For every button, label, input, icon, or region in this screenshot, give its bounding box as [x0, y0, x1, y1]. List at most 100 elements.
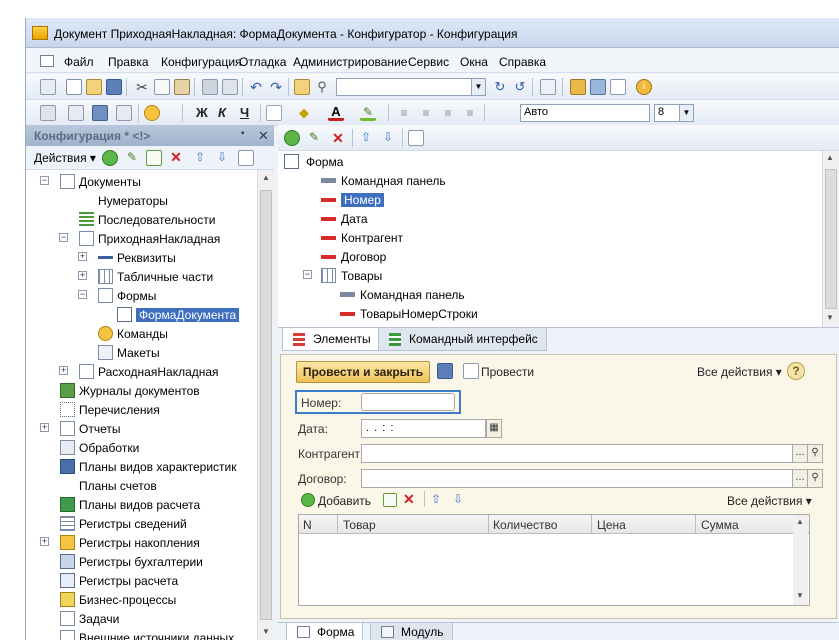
config-tree-item[interactable]: Журналы документов	[26, 382, 257, 401]
all-actions-menu[interactable]: Все действия ▾	[697, 365, 782, 379]
syntax-helper-icon[interactable]	[570, 79, 586, 95]
scrollbar-thumb[interactable]	[260, 190, 272, 620]
pin-icon[interactable]: ▪	[241, 128, 245, 139]
form-element-item[interactable]: − Товары	[278, 267, 818, 286]
config-tree-item[interactable]: − Документы	[26, 173, 257, 192]
delete-icon[interactable]: ✕	[330, 130, 346, 146]
form-element-item[interactable]: Контрагент	[278, 229, 818, 248]
bold-button[interactable]: Ж	[196, 105, 208, 120]
move-down-icon[interactable]: ⇩	[214, 150, 230, 166]
font-name-combo[interactable]: Авто	[520, 104, 650, 122]
find-prev-icon[interactable]: ↺	[512, 79, 528, 95]
expand-icon[interactable]: +	[78, 271, 87, 280]
font-color-icon[interactable]: A	[328, 105, 344, 121]
print-preview-icon[interactable]	[222, 79, 238, 95]
menu-administration[interactable]: Администрирование	[293, 55, 407, 69]
delete-icon[interactable]: ✕	[168, 149, 184, 165]
menu-configuration[interactable]: Конфигурация	[161, 55, 242, 69]
move-down-icon[interactable]: ⇩	[380, 130, 396, 146]
menu-grid-icon[interactable]	[40, 55, 54, 67]
form-element-item[interactable]: Номер	[278, 191, 818, 210]
add-child-icon[interactable]	[146, 150, 162, 166]
scroll-up-icon[interactable]: ▲	[258, 170, 274, 186]
chevron-down-icon[interactable]: ▼	[471, 79, 485, 95]
config-tree-item[interactable]: + Табличные части	[26, 268, 257, 287]
column-quantity[interactable]: Количество	[493, 518, 557, 532]
config-tree-item[interactable]: Команды	[26, 325, 257, 344]
move-up-icon[interactable]: ⇧	[431, 492, 447, 508]
menu-debug[interactable]: Отладка	[239, 55, 286, 69]
column-price[interactable]: Цена	[597, 518, 626, 532]
config-tree-item[interactable]: + Реквизиты	[26, 249, 257, 268]
form-element-item[interactable]: Форма	[278, 153, 818, 172]
undo-icon[interactable]: ↶	[248, 79, 264, 95]
open-icon[interactable]: ⚲	[807, 469, 823, 488]
underline-button[interactable]: Ч	[240, 105, 249, 120]
open-folder-icon[interactable]	[86, 79, 102, 95]
scroll-down-icon[interactable]: ▼	[826, 313, 834, 322]
edit-icon[interactable]: ✎	[124, 150, 140, 166]
config-tree-item[interactable]: ФормаДокумента	[26, 306, 257, 325]
info-icon[interactable]: i	[636, 79, 652, 95]
save-icon[interactable]	[106, 79, 122, 95]
fill-color-icon[interactable]: ◆	[296, 105, 312, 121]
menu-file[interactable]: Файл	[64, 55, 94, 69]
expand-icon[interactable]: +	[40, 537, 49, 546]
form-designer-icon[interactable]	[68, 105, 84, 121]
date-field[interactable]: . . : :	[361, 419, 486, 438]
config-tree-item[interactable]: Планы видов характеристик	[26, 458, 257, 477]
actions-menu[interactable]: Действия ▾	[34, 151, 96, 165]
config-tree-item[interactable]: Последовательности	[26, 211, 257, 230]
copy-icon[interactable]	[154, 79, 170, 95]
table-all-actions-menu[interactable]: Все действия ▾	[727, 494, 812, 508]
font-size-combo[interactable]: 8 ▼	[654, 104, 694, 122]
config-tree-item[interactable]: Регистры расчета	[26, 572, 257, 591]
paste-icon[interactable]	[174, 79, 190, 95]
find-next-icon[interactable]: ↻	[492, 79, 508, 95]
menu-service[interactable]: Сервис	[408, 55, 449, 69]
border-icon[interactable]	[266, 105, 282, 121]
scroll-down-icon[interactable]: ▼	[258, 624, 274, 640]
config-tree-item[interactable]: Перечисления	[26, 401, 257, 420]
config-tree-item[interactable]: Обработки	[26, 439, 257, 458]
configuration-scrollbar[interactable]: ▲ ▼	[257, 170, 274, 640]
menu-edit[interactable]: Правка	[108, 55, 149, 69]
form-element-item[interactable]: Командная панель	[278, 286, 818, 305]
copy-row-icon[interactable]	[383, 493, 397, 507]
notes-icon[interactable]	[610, 79, 626, 95]
config-tree-item[interactable]: Планы видов расчета	[26, 496, 257, 515]
calendar-icon[interactable]: ▦	[486, 419, 502, 438]
elements-scrollbar[interactable]: ▲ ▼	[822, 151, 839, 327]
align-justify-icon[interactable]: ≡	[462, 105, 478, 121]
collapse-icon[interactable]: −	[303, 270, 312, 279]
config-tree-item[interactable]: Бизнес-процессы	[26, 591, 257, 610]
contract-field[interactable]	[361, 469, 793, 488]
move-down-icon[interactable]: ⇩	[453, 492, 469, 508]
form-element-item[interactable]: Договор	[278, 248, 818, 267]
open-icon[interactable]: ⚲	[807, 444, 823, 463]
tab-module[interactable]: Модуль	[370, 623, 453, 640]
align-right-icon[interactable]: ≡	[440, 105, 456, 121]
align-center-icon[interactable]: ≡	[418, 105, 434, 121]
scroll-up-icon[interactable]: ▲	[796, 517, 804, 526]
config-tree-item[interactable]: Регистры бухгалтерии	[26, 553, 257, 572]
add-icon[interactable]	[102, 150, 118, 166]
help-topics-icon[interactable]	[590, 79, 606, 95]
config-tree-item[interactable]: + РасходнаяНакладная	[26, 363, 257, 382]
save-icon[interactable]	[437, 363, 453, 379]
edit-icon[interactable]: ✎	[306, 130, 322, 146]
print-icon[interactable]	[202, 79, 218, 95]
find-icon[interactable]	[294, 79, 310, 95]
config-tree-item[interactable]: Внешние источники данных	[26, 629, 257, 640]
chevron-down-icon[interactable]: ▼	[679, 105, 693, 121]
add-row-button[interactable]: Добавить	[318, 494, 371, 508]
expand-icon[interactable]: +	[78, 252, 87, 261]
config-tree-item[interactable]: Макеты	[26, 344, 257, 363]
collapse-icon[interactable]: −	[59, 233, 68, 242]
config-tree-item[interactable]: Нумераторы	[26, 192, 257, 211]
expand-icon[interactable]: +	[59, 366, 68, 375]
collapse-icon[interactable]: −	[40, 176, 49, 185]
search-icon[interactable]: ⚲	[314, 79, 330, 95]
italic-button[interactable]: К	[218, 105, 226, 120]
menu-windows[interactable]: Окна	[460, 55, 488, 69]
